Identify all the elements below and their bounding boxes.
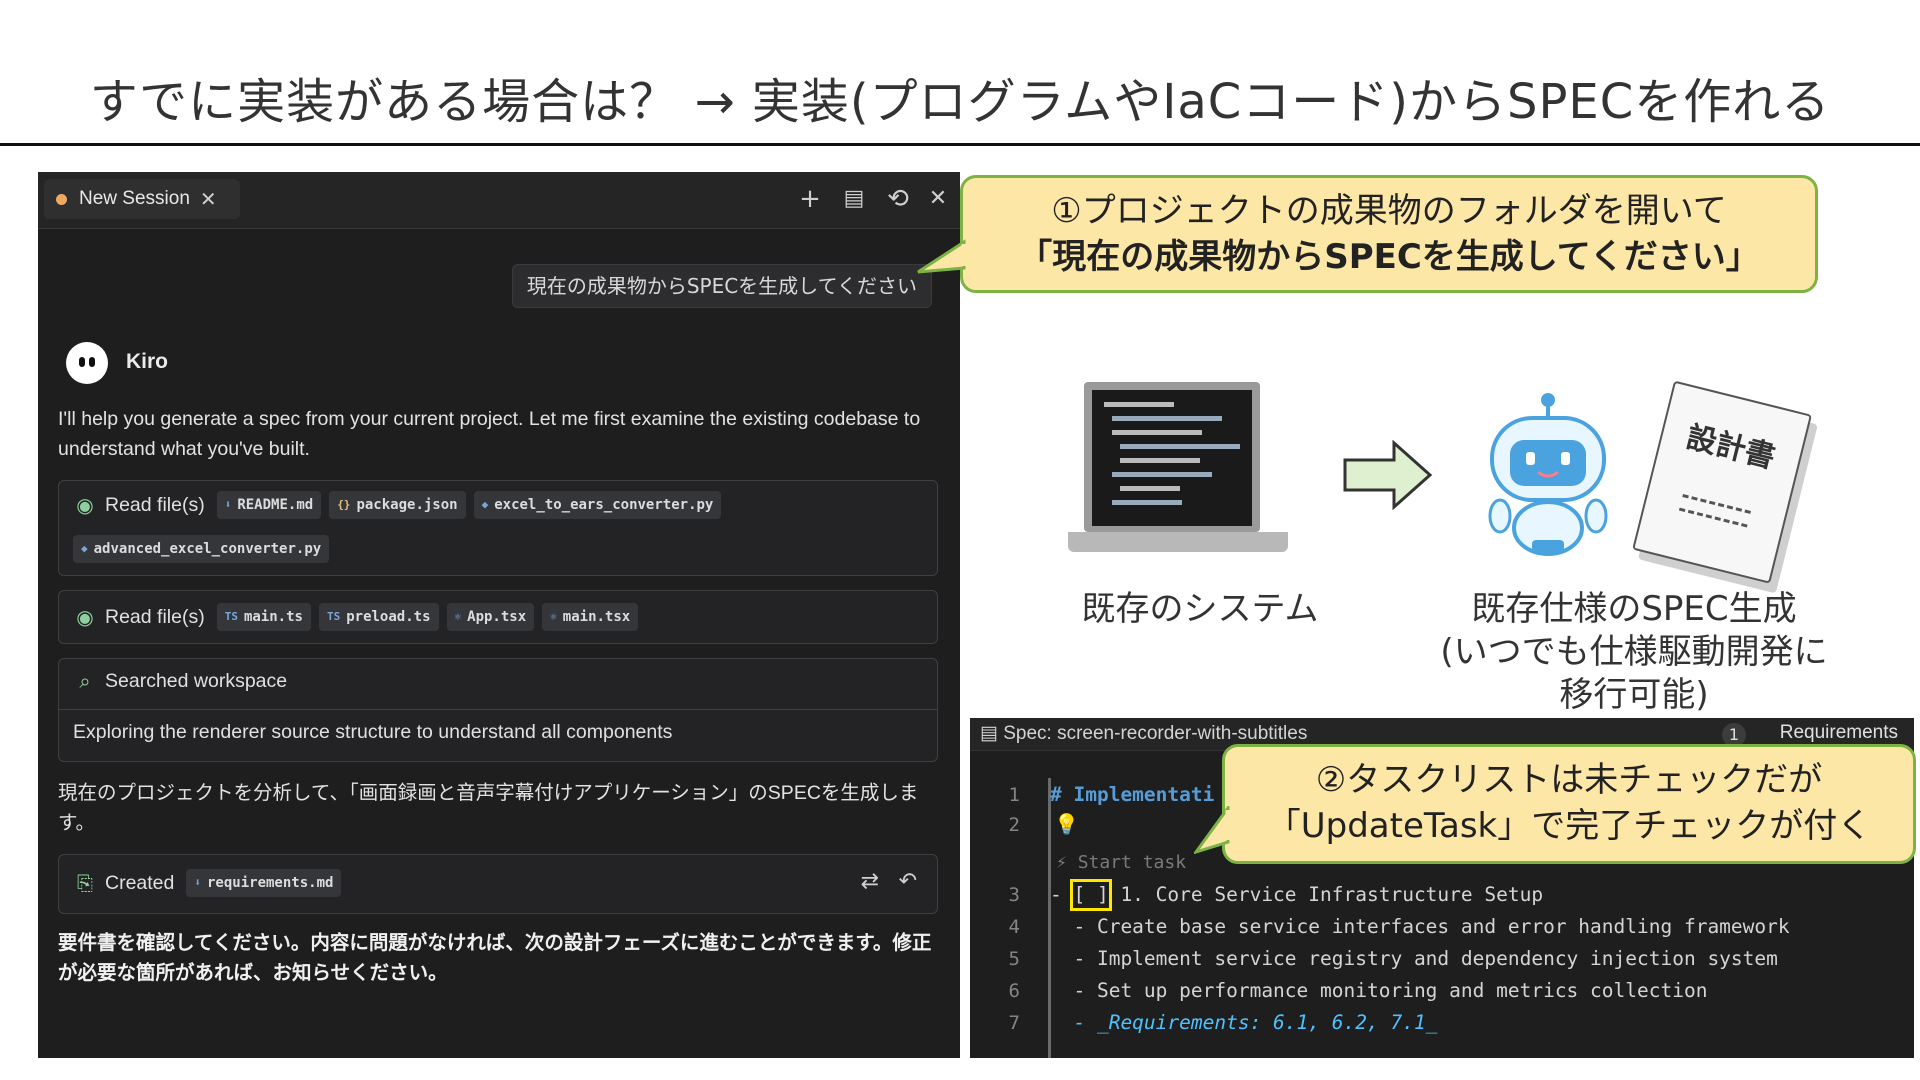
file-chip-main-tsx[interactable]: ⚛ main.tsx	[542, 603, 639, 631]
created-label: Created	[105, 871, 175, 894]
chat-tab-bar: New Session ✕ + ▤ ⟲ ✕	[38, 172, 960, 229]
code-line-requirements-ref: - _Requirements: 6.1, 6.2, 7.1_	[1050, 1011, 1438, 1034]
compare-icon[interactable]: ⇄	[861, 869, 879, 894]
file-created-icon: ⎘	[77, 871, 93, 895]
user-message: 現在の成果物からSPECを生成してください	[511, 264, 932, 308]
read-files-label: Read file(s)	[105, 493, 205, 516]
document-icon: ▤	[980, 723, 1004, 744]
right-arrow-icon	[1343, 440, 1433, 510]
file-chip-preload-ts[interactable]: TS preload.ts	[318, 603, 439, 631]
code-line-heading: # Implementati	[1050, 783, 1215, 806]
react-icon: ⚛	[550, 610, 557, 623]
file-chip-advanced-converter[interactable]: ◆ advanced_excel_converter.py	[73, 535, 330, 563]
callout-1-pointer	[917, 239, 966, 274]
markdown-icon: ⬇	[194, 876, 201, 889]
design-document-illustration: 設計書	[1630, 380, 1820, 594]
history-icon[interactable]: ⟲	[882, 184, 914, 214]
start-task-codelens[interactable]: ⚡ Start task	[1056, 852, 1186, 873]
eye-icon: ◉	[76, 605, 94, 629]
read-files-card-2[interactable]: ◉ Read file(s) TS main.ts TS preload.ts ⚛ A…	[58, 590, 938, 644]
undo-icon[interactable]: ↶	[899, 869, 917, 894]
typescript-icon: TS	[326, 610, 341, 623]
file-chip-requirements[interactable]: ⬇ requirements.md	[186, 869, 342, 897]
task-checkbox[interactable]	[1070, 879, 1112, 911]
python-icon: ◆	[481, 498, 489, 511]
callout-2-line-2: 「UpdateTask」で完了チェックが付く	[1266, 806, 1872, 846]
read-files-label: Read file(s)	[105, 605, 205, 628]
avatar-eye-right	[89, 357, 95, 367]
avatar-eye-left	[79, 357, 85, 367]
read-files-card-1[interactable]: ◉ Read file(s) ⬇ README.md {} package.json…	[58, 480, 938, 576]
tab-label: New Session	[79, 188, 190, 209]
line-number: 6	[1008, 980, 1020, 1002]
new-session-icon[interactable]: +	[794, 184, 826, 214]
analysis-message: 現在のプロジェクトを分析して、「画面録画と音声字幕付けアプリケーション」のSPE…	[58, 782, 919, 834]
callout-2-line-1: ②タスクリストは未チェックだが	[1315, 760, 1823, 800]
spec-generation-caption: 既存仕様のSPEC生成 (いつでも仕様駆動開発に 移行可能)	[1424, 588, 1844, 717]
created-file-card[interactable]: ⎘ Created ⬇ requirements.md ⇄ ↶	[58, 854, 938, 914]
file-chip-package-json[interactable]: {} package.json	[329, 491, 466, 519]
tab-requirements[interactable]: Requirements	[1780, 722, 1898, 744]
slide-title: すでに実装がある場合は？ → 実装(プログラムやIaCコード)からSPECを作れ…	[89, 74, 1831, 130]
code-line-task-1: - [ ] 1. Core Service Infrastructure Set…	[1050, 883, 1544, 906]
search-detail: Exploring the renderer source structure …	[73, 721, 673, 743]
searched-workspace-card[interactable]: ⌕ Searched workspace Exploring the rende…	[58, 658, 938, 762]
file-chip-readme[interactable]: ⬇ README.md	[216, 491, 322, 519]
python-icon: ◆	[81, 542, 88, 555]
searched-workspace-label: Searched workspace	[105, 669, 288, 692]
line-number: 3	[1008, 884, 1020, 906]
spec-caption-line-1: 既存仕様のSPEC生成	[1471, 589, 1797, 629]
json-icon: {}	[337, 498, 351, 511]
chat-panel: New Session ✕ + ▤ ⟲ ✕ 現在の成果物からSPECを生成してく…	[38, 172, 960, 1058]
tab-new-session[interactable]: New Session ✕	[44, 179, 240, 219]
code-line-subtask: - Implement service registry and depende…	[1050, 947, 1778, 970]
file-chip-app-tsx[interactable]: ⚛ App.tsx	[446, 603, 535, 631]
search-icon: ⌕	[79, 669, 91, 693]
tab-close-icon[interactable]: ✕	[200, 187, 217, 211]
agent-name: Kiro	[126, 350, 168, 373]
callout-step-1: ①プロジェクトの成果物のフォルダを開いて 「現在の成果物からSPECを生成してく…	[960, 175, 1818, 293]
unsaved-dot-icon	[56, 193, 67, 205]
card-divider	[59, 709, 937, 710]
file-chip-excel-converter[interactable]: ◆ excel_to_ears_converter.py	[473, 491, 722, 519]
eye-icon: ◉	[76, 493, 94, 517]
final-message: 要件書を確認してください。内容に問題がなければ、次の設計フェーズに進むことができ…	[58, 932, 932, 984]
laptop-illustration	[1068, 378, 1288, 568]
callout-1-line-1: ①プロジェクトの成果物のフォルダを開いて	[1051, 191, 1727, 231]
laptop-screen	[1092, 390, 1252, 526]
file-chip-main-ts[interactable]: TS main.ts	[216, 603, 311, 631]
callout-1-line-2: 「現在の成果物からSPECを生成してください」	[1018, 237, 1760, 277]
document-label: 設計書	[1682, 419, 1779, 476]
clipboard-icon[interactable]: ▤	[838, 184, 870, 214]
spec-caption-line-2: (いつでも仕様駆動開発に	[1440, 632, 1828, 672]
code-line-subtask: - Set up performance monitoring and metr…	[1050, 979, 1708, 1002]
line-number: 4	[1008, 916, 1020, 938]
robot-illustration	[1488, 393, 1608, 556]
line-number: 5	[1008, 948, 1020, 970]
close-panel-icon[interactable]: ✕	[922, 184, 954, 214]
lightbulb-icon[interactable]: 💡	[1054, 812, 1079, 836]
spec-caption-line-3: 移行可能)	[1559, 675, 1709, 715]
line-number: 2	[1008, 814, 1020, 836]
react-icon: ⚛	[454, 610, 462, 623]
agent-intro-message: I'll help you generate a spec from your …	[58, 408, 921, 460]
markdown-icon: ⬇	[224, 498, 232, 511]
spec-title: ▤ Spec: screen-recorder-with-subtitles	[980, 723, 1308, 744]
typescript-icon: TS	[224, 610, 238, 623]
existing-system-caption: 既存のシステム	[1081, 589, 1319, 629]
title-divider	[0, 143, 1920, 146]
code-line-subtask: - Create base service interfaces and err…	[1050, 915, 1790, 938]
line-number: 1	[1008, 784, 1020, 806]
kiro-avatar-icon	[66, 342, 108, 384]
line-number: 7	[1008, 1012, 1020, 1034]
callout-step-2: ②タスクリストは未チェックだが 「UpdateTask」で完了チェックが付く	[1222, 744, 1916, 864]
callout-2-pointer	[1194, 806, 1230, 854]
play-icon: ⚡	[1056, 852, 1078, 873]
